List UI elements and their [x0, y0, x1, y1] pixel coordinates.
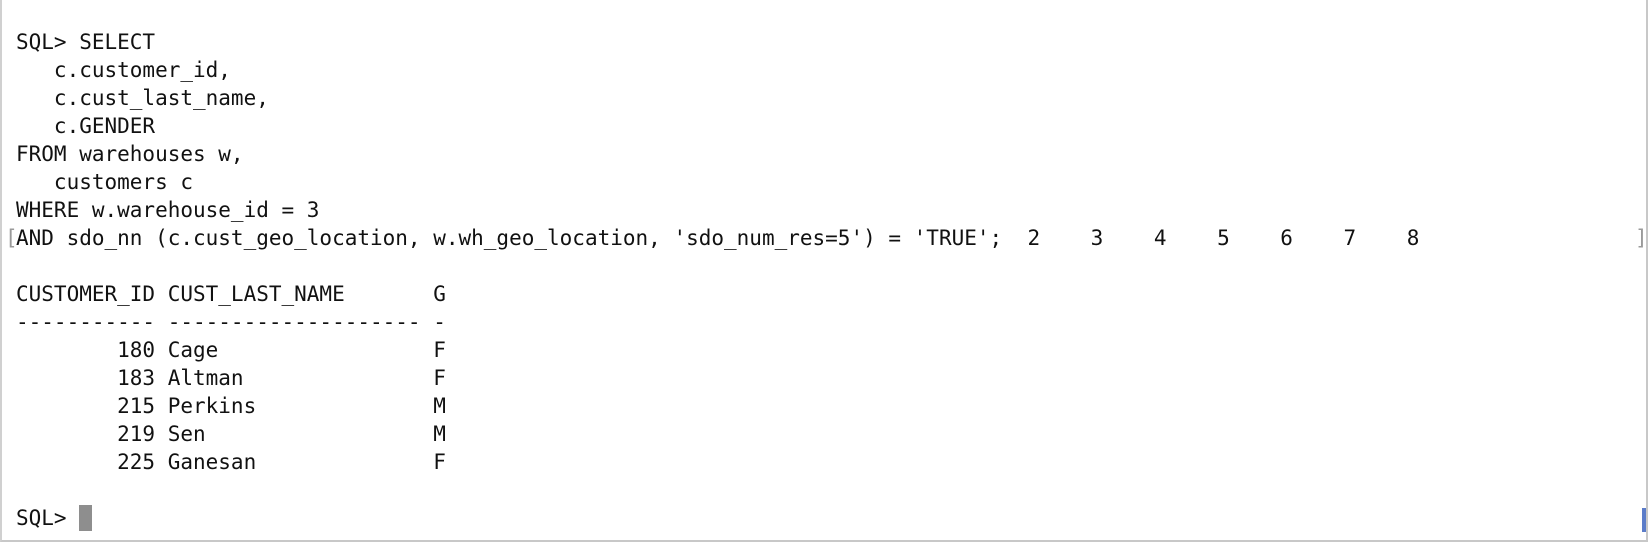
- sql-prompt: SQL>: [16, 506, 80, 530]
- query-line-with-line-numbers: AND sdo_nn (c.cust_geo_location, w.wh_ge…: [16, 226, 1420, 250]
- table-row: 219 Sen M: [16, 422, 446, 446]
- query-line: c.GENDER: [16, 114, 156, 138]
- query-line: FROM warehouses w,: [16, 142, 244, 166]
- table-row: 180 Cage F: [16, 338, 446, 362]
- sql-prompt-select: SQL> SELECT: [16, 30, 156, 54]
- query-line: c.customer_id,: [16, 58, 231, 82]
- result-separator: ----------- -------------------- -: [16, 310, 446, 334]
- query-line: customers c: [16, 170, 194, 194]
- sql-prompt-line[interactable]: SQL>: [16, 504, 1419, 532]
- line-marker-right: ]: [1635, 226, 1648, 250]
- table-row: 225 Ganesan F: [16, 450, 446, 474]
- text-cursor[interactable]: [79, 505, 93, 531]
- window-edge-indicator: [1642, 508, 1646, 532]
- table-row: 215 Perkins M: [16, 394, 446, 418]
- terminal-output: SQL> SELECT c.customer_id, c.cust_last_n…: [16, 28, 1419, 532]
- result-header: CUSTOMER_ID CUST_LAST_NAME G: [16, 282, 446, 306]
- table-row: 183 Altman F: [16, 366, 446, 390]
- terminal-window[interactable]: [ ] SQL> SELECT c.customer_id, c.cust_la…: [0, 0, 1648, 542]
- query-line: c.cust_last_name,: [16, 86, 269, 110]
- query-line: WHERE w.warehouse_id = 3: [16, 198, 320, 222]
